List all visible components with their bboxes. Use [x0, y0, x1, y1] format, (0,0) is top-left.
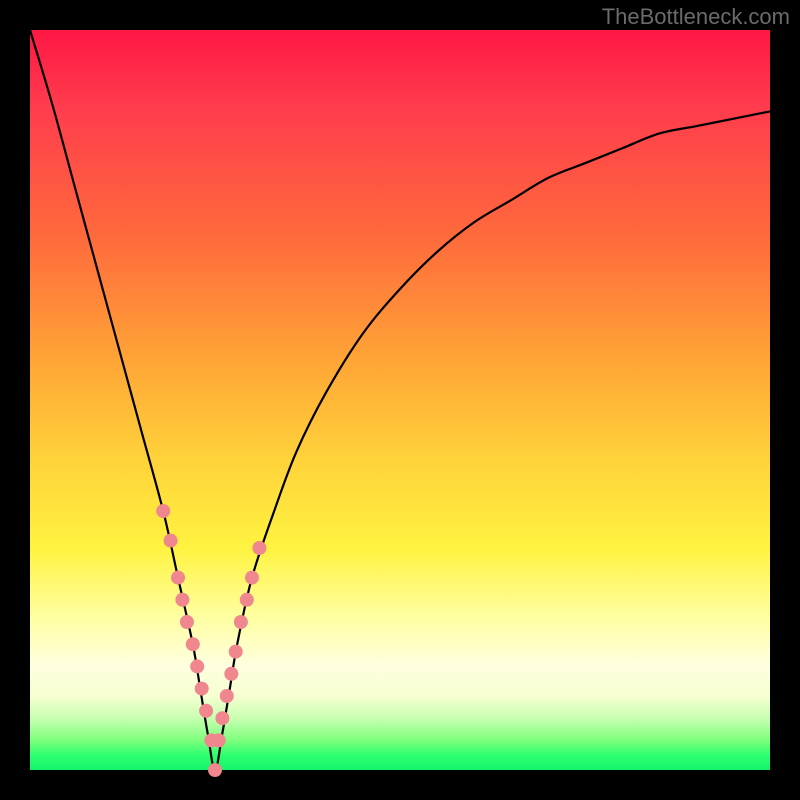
watermark-text: TheBottleneck.com	[602, 4, 790, 30]
highlight-point	[180, 615, 194, 629]
highlight-point	[220, 689, 234, 703]
highlight-point	[240, 593, 254, 607]
chart-frame: TheBottleneck.com	[0, 0, 800, 800]
highlight-point	[195, 682, 209, 696]
highlight-point	[229, 645, 243, 659]
highlight-point	[186, 637, 200, 651]
highlight-point	[175, 593, 189, 607]
highlight-point	[156, 504, 170, 518]
highlight-point	[199, 704, 213, 718]
bottleneck-curve	[30, 30, 770, 770]
highlight-point	[245, 571, 259, 585]
highlight-point	[164, 534, 178, 548]
highlight-markers	[156, 504, 266, 777]
highlight-point	[171, 571, 185, 585]
highlight-point	[252, 541, 266, 555]
highlight-point	[208, 763, 222, 777]
highlight-point	[234, 615, 248, 629]
highlight-point	[190, 659, 204, 673]
highlight-point	[212, 733, 226, 747]
highlight-point	[224, 667, 238, 681]
plot-area	[30, 30, 770, 770]
curve-layer	[30, 30, 770, 770]
highlight-point	[215, 711, 229, 725]
